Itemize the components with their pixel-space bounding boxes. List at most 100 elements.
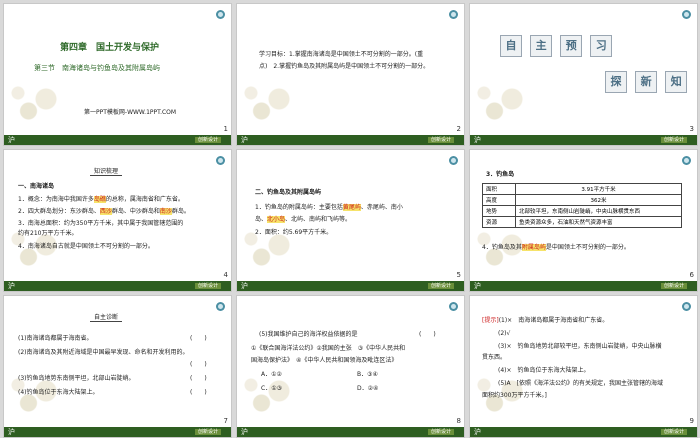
footer-tag: 创新设计 <box>660 137 687 143</box>
flower-decoration <box>470 75 540 135</box>
slide-thumbnail-6[interactable]: 3．钓鱼岛 面积 3.91平方千米 高度 362米 地势 北部较平坦，东南侧山岩… <box>469 149 698 292</box>
slide-footer-bar: 沪 创新设计 <box>4 135 231 145</box>
slide-thumbnail-5[interactable]: 二、钓鱼岛及其附属岛屿 1．钓鱼岛的附属岛屿：主要包括黄尾屿、赤尾屿、南小 岛、… <box>236 149 465 292</box>
slide-thumbnail-1[interactable]: 第四章 国土开发与保护 第三节 南海诸岛与钓鱼岛及其附属岛屿 第一PPT模板网-… <box>3 3 232 146</box>
slide-heading: 3．钓鱼岛 <box>486 171 515 178</box>
slide-decoration-icon <box>682 10 691 19</box>
section-tab: 自主诊断 <box>90 312 123 322</box>
footer-label: 沪 <box>474 136 481 144</box>
slide-footer-bar: 沪 创新设计 <box>4 281 231 291</box>
table-row: 资源 鱼类资源众多，石油和天然气资源丰富 <box>482 216 682 228</box>
highlight-term: 西沙 <box>99 208 112 215</box>
slide-number: 4 <box>223 271 228 279</box>
hint-line-3b: 贯东西。 <box>482 354 507 361</box>
slide-number: 3 <box>689 125 694 133</box>
answer-paren: ( ) <box>190 361 207 368</box>
text-run: 群岛。 <box>171 208 190 215</box>
slide-thumbnail-2[interactable]: 学习目标：1.掌握南海诸岛是中国领土不可分割的一部分。(重 点) 2.掌握钓鱼岛… <box>236 3 465 146</box>
heading-char: 新 <box>635 71 658 93</box>
slide-decoration-icon <box>216 10 225 19</box>
slide-thumbnail-9[interactable]: [提示](1)× 南海诸岛都属于海南省和广东省。 (2)√ (3)× 钓鱼岛地势… <box>469 295 698 438</box>
quiz-item-1: (1)南海诸岛都属于海南省。 <box>18 335 93 342</box>
text-run: 、北屿、南屿和飞屿等。 <box>285 216 352 223</box>
objective-line-2: 点) 2.掌握钓鱼岛及其附属岛屿是中国领土不可分割的一部分。 <box>259 63 430 70</box>
choice-a: A．①② <box>261 371 282 378</box>
table-row: 地势 北部较平坦，东南侧山岩陡峭，中央山脉横贯东西 <box>482 205 682 217</box>
explore-heading: 探 新 知 <box>605 70 690 93</box>
table-cell: 鱼类资源众多，石油和天然气资源丰富 <box>515 216 682 228</box>
islands-line-1: 1．钓鱼岛的附属岛屿：主要包括黄尾屿、赤尾屿、南小 <box>255 203 403 212</box>
flower-decoration <box>4 75 74 135</box>
footer-label: 沪 <box>241 282 248 290</box>
slide-thumbnail-3[interactable]: 自 主 预 习 探 新 知 沪 创新设计 3 <box>469 3 698 146</box>
table-cell: 地势 <box>482 205 516 217</box>
territory-line: 4．钓鱼岛及其附属岛屿是中国领土不可分割的一部分。 <box>482 243 630 252</box>
hint-line-1: [提示](1)× 南海诸岛都属于海南省和广东省。 <box>482 316 608 325</box>
hint-line-4: (4)× 钓鱼岛位于东海大陆架上。 <box>498 367 590 374</box>
table-cell: 资源 <box>482 216 516 228</box>
slide-footer-bar: 沪 创新设计 <box>470 281 697 291</box>
slide-footer-bar: 沪 创新设计 <box>470 427 697 437</box>
section-tab: 知识梳理 <box>90 166 123 176</box>
area-line-1: 3．南海总面积：约为350平方千米，其中属于我国管辖范围的 <box>18 220 184 227</box>
table-cell: 北部较平坦，东南侧山岩陡峭，中央山脉横贯东西 <box>515 205 682 217</box>
heading-char: 习 <box>590 35 613 57</box>
text-run: 1．概念：为南海中我国许多 <box>18 196 94 203</box>
footer-tag: 创新设计 <box>427 137 454 143</box>
chapter-title: 第四章 国土开发与保护 <box>60 43 160 53</box>
quiz-item-2: (2)南海诸岛及其附近海域是中国最早发现、命名和开发利用的。 <box>18 349 189 356</box>
slide-decoration-icon <box>449 302 458 311</box>
footer-tag: 创新设计 <box>660 283 687 289</box>
heading-char: 主 <box>530 35 553 57</box>
slide-number: 6 <box>689 271 694 279</box>
slide-decoration-icon <box>216 156 225 165</box>
hint-line-5b: 面积约300万平方千米。] <box>482 392 547 399</box>
hint-line-5a: (5)A [依照《海洋法公约》的有关规定，我国主张管辖的海域 <box>498 380 663 387</box>
text-run: 岛、 <box>255 216 268 223</box>
footer-tag: 创新设计 <box>194 283 221 289</box>
highlight-term: 北小岛 <box>267 216 286 223</box>
text-run: 2．四大群岛划分：东沙群岛、 <box>18 208 100 215</box>
slide-footer-bar: 沪 创新设计 <box>470 135 697 145</box>
slide-number: 9 <box>689 417 694 425</box>
table-row: 高度 362米 <box>482 194 682 206</box>
answer-paren: ( ) <box>190 375 207 382</box>
heading-char: 预 <box>560 35 583 57</box>
island-facts-table: 面积 3.91平方千米 高度 362米 地势 北部较平坦，东南侧山岩陡峭，中央山… <box>482 183 682 228</box>
hint-label: [提示] <box>482 317 499 324</box>
text-run: 4．钓鱼岛及其 <box>482 244 522 251</box>
slide-number: 7 <box>223 417 228 425</box>
slide-thumbnail-4[interactable]: 知识梳理 一、南海诸岛 1．概念：为南海中我国许多岛礁的总称，属海南省和广东省。… <box>3 149 232 292</box>
preview-heading: 自 主 预 习 <box>500 34 615 57</box>
footer-label: 沪 <box>8 428 15 436</box>
slide-thumbnail-8[interactable]: (5)我国维护自己的海洋权益依据的是 ( ) ①《联合国海洋法公约》②我国的主张… <box>236 295 465 438</box>
footer-tag: 创新设计 <box>660 429 687 435</box>
groups-line: 2．四大群岛划分：东沙群岛、西沙群岛、中沙群岛和南沙群岛。 <box>18 207 190 216</box>
text-run: (1)× 南海诸岛都属于海南省和广东省。 <box>498 317 609 324</box>
slide-thumbnail-7[interactable]: 自主诊断 (1)南海诸岛都属于海南省。 ( ) (2)南海诸岛及其附近海域是中国… <box>3 295 232 438</box>
slide-footer-bar: 沪 创新设计 <box>4 427 231 437</box>
heading-char: 知 <box>665 71 688 93</box>
slide-decoration-icon <box>216 302 225 311</box>
option-line-2: 国海岛保护法》 ④《中华人民共和国领海及毗连区法》 <box>251 357 398 364</box>
slide-decoration-icon <box>449 156 458 165</box>
section-title: 第三节 南海诸岛与钓鱼岛及其附属岛屿 <box>34 64 160 72</box>
slide-footer-bar: 沪 创新设计 <box>237 135 464 145</box>
quiz-item-3: (3)钓鱼岛地势东南侧平坦，北部山岩陡峭。 <box>18 375 135 382</box>
slide-number: 5 <box>456 271 461 279</box>
footer-tag: 创新设计 <box>194 137 221 143</box>
concept-line: 1．概念：为南海中我国许多岛礁的总称，属海南省和广东省。 <box>18 195 184 204</box>
site-label: 第一PPT模板网-WWW.1PPT.COM <box>84 109 177 116</box>
table-cell: 3.91平方千米 <box>515 183 682 195</box>
footer-label: 沪 <box>241 428 248 436</box>
footer-tag: 创新设计 <box>194 429 221 435</box>
choice-c: C．①③ <box>261 385 282 392</box>
area-line-2: 约有210万平方千米。 <box>18 230 78 237</box>
footer-label: 沪 <box>8 136 15 144</box>
table-row: 面积 3.91平方千米 <box>482 183 682 195</box>
slide-number: 1 <box>223 125 228 133</box>
hint-line-2: (2)√ <box>498 330 511 337</box>
objective-line-1: 学习目标：1.掌握南海诸岛是中国领土不可分割的一部分。(重 <box>259 51 424 58</box>
footer-label: 沪 <box>241 136 248 144</box>
text-run: 1．钓鱼岛的附属岛屿：主要包括 <box>255 204 343 211</box>
